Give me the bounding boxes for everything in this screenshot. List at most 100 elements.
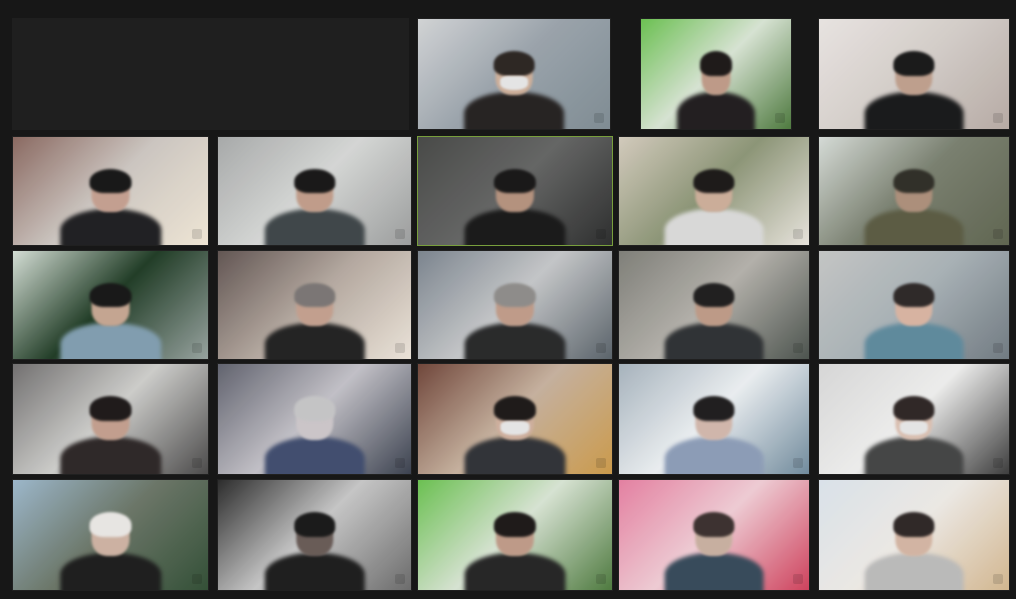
video-status-icon	[395, 343, 405, 353]
participant-body	[464, 92, 564, 129]
participant-hair	[494, 512, 536, 538]
participant-body	[664, 323, 764, 359]
participant-tile-9[interactable]	[12, 250, 209, 360]
participant-body	[664, 209, 764, 245]
participant-body	[864, 323, 964, 359]
participant-tile-6[interactable]	[417, 136, 613, 246]
face-mask	[500, 421, 530, 435]
video-status-icon	[793, 229, 803, 239]
participant-tile-2[interactable]	[640, 18, 792, 130]
participant-figure	[59, 512, 162, 590]
participant-hair	[89, 282, 132, 308]
participant-figure	[677, 51, 755, 129]
participant-tile-18[interactable]	[818, 363, 1010, 475]
participant-tile-3[interactable]	[818, 18, 1010, 130]
video-status-icon	[993, 343, 1003, 353]
participant-body	[59, 437, 162, 474]
participant-hair	[493, 51, 535, 77]
participant-body	[677, 92, 755, 129]
participant-figure	[59, 396, 162, 474]
participant-hair	[89, 396, 132, 422]
participant-tile-7[interactable]	[618, 136, 810, 246]
participant-figure	[464, 512, 566, 590]
participant-hair	[293, 168, 336, 194]
video-status-icon	[395, 458, 405, 468]
participant-hair	[893, 282, 935, 308]
video-status-icon	[594, 113, 604, 123]
participant-tile-5[interactable]	[217, 136, 412, 246]
participant-body	[59, 209, 162, 245]
participant-tile-21[interactable]	[417, 479, 613, 591]
participant-body	[264, 553, 365, 590]
participant-figure	[864, 282, 964, 359]
video-status-icon	[596, 458, 606, 468]
participant-tile-1[interactable]	[417, 18, 611, 130]
face-mask	[500, 76, 528, 90]
video-status-icon	[993, 229, 1003, 239]
participant-grid	[12, 18, 1010, 591]
participant-body	[264, 437, 365, 474]
participant-tile-19[interactable]	[12, 479, 209, 591]
participant-tile-10[interactable]	[217, 250, 412, 360]
face-mask	[900, 421, 928, 435]
participant-figure	[864, 51, 964, 129]
participant-figure	[59, 282, 162, 359]
participant-figure	[864, 396, 964, 474]
participant-tile-15[interactable]	[217, 363, 412, 475]
video-status-icon	[192, 229, 202, 239]
participant-tile-13[interactable]	[818, 250, 1010, 360]
participant-figure	[264, 396, 365, 474]
participant-tile-23[interactable]	[818, 479, 1010, 591]
video-status-icon	[793, 458, 803, 468]
participant-tile-17[interactable]	[618, 363, 810, 475]
participant-figure	[464, 168, 566, 245]
participant-tile-22[interactable]	[618, 479, 810, 591]
participant-hair	[893, 512, 935, 538]
participant-hair	[893, 168, 935, 194]
participant-figure	[464, 396, 566, 474]
participant-tile-14[interactable]	[12, 363, 209, 475]
participant-body	[464, 437, 566, 474]
participant-figure	[264, 512, 365, 590]
participant-body	[664, 437, 764, 474]
participant-hair	[693, 512, 735, 538]
video-status-icon	[395, 574, 405, 584]
participant-figure	[464, 282, 566, 359]
participant-figure	[464, 51, 564, 129]
participant-tile-11[interactable]	[417, 250, 613, 360]
video-status-icon	[395, 229, 405, 239]
participant-tile-8[interactable]	[818, 136, 1010, 246]
participant-body	[864, 553, 964, 590]
video-status-icon	[596, 343, 606, 353]
participant-body	[264, 323, 365, 359]
participant-hair	[494, 282, 536, 308]
participant-body	[864, 92, 964, 129]
participant-body	[59, 323, 162, 359]
video-status-icon	[793, 574, 803, 584]
participant-body	[59, 553, 162, 590]
video-status-icon	[192, 343, 202, 353]
participant-hair	[494, 168, 536, 194]
participant-tile-12[interactable]	[618, 250, 810, 360]
participant-body	[864, 437, 964, 474]
participant-hair	[693, 396, 735, 422]
participant-figure	[664, 168, 764, 245]
participant-hair	[700, 51, 732, 77]
video-status-icon	[596, 574, 606, 584]
participant-tile-16[interactable]	[417, 363, 613, 475]
participant-figure	[664, 282, 764, 359]
participant-tile-20[interactable]	[217, 479, 412, 591]
video-conference-window	[0, 0, 1016, 599]
participant-hair	[293, 282, 336, 308]
participant-body	[464, 553, 566, 590]
participant-hair	[893, 396, 935, 422]
participant-hair	[293, 512, 336, 538]
video-status-icon	[775, 113, 785, 123]
participant-hair	[494, 396, 536, 422]
participant-body	[864, 209, 964, 245]
video-status-icon	[993, 113, 1003, 123]
participant-figure	[864, 512, 964, 590]
participant-tile-4[interactable]	[12, 136, 209, 246]
video-status-icon	[192, 574, 202, 584]
video-status-icon	[793, 343, 803, 353]
